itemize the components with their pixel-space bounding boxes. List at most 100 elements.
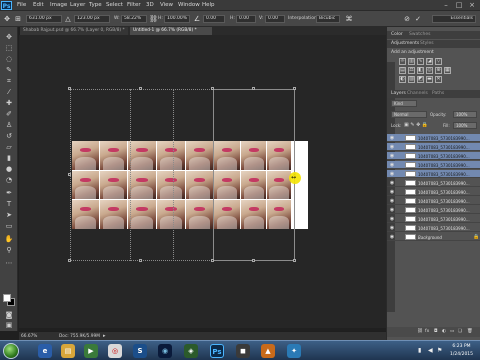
eye-icon[interactable]: ◉ (389, 162, 395, 168)
menu-window[interactable]: Window (178, 2, 200, 8)
zoom-level[interactable]: 66.67% (21, 334, 37, 339)
gradient-tool-icon[interactable]: ▮ (4, 154, 14, 163)
layer-row[interactable]: ◉ 10407083_5730183990... (387, 206, 480, 214)
trash-icon[interactable]: 🗑 (467, 329, 473, 334)
transform-handle[interactable] (252, 259, 255, 262)
width-field[interactable]: 58.22% (121, 15, 147, 23)
reference-point-icon[interactable]: ⊞ (14, 15, 22, 23)
menu-type[interactable]: Type (89, 2, 102, 8)
layer-name[interactable]: 10407083_5730183990... (418, 154, 470, 159)
hue-saturation-icon[interactable]: ▤ (399, 67, 406, 74)
layer-name[interactable]: 10407083_5730183990... (418, 190, 470, 195)
layer-row[interactable]: ◉ 10407083_5730183990... (387, 179, 480, 187)
channel-mixer-icon[interactable]: ⊕ (435, 67, 442, 74)
menu-3d[interactable]: 3D (146, 2, 154, 8)
eye-icon[interactable]: ◉ (389, 153, 395, 159)
layer-name[interactable]: Background (418, 235, 442, 240)
layer-name[interactable]: 10407083_5730183990... (418, 208, 470, 213)
maximize-icon[interactable]: □ (453, 1, 465, 10)
eye-icon[interactable]: ◉ (389, 171, 395, 177)
app-icon[interactable]: ✦ (287, 344, 301, 358)
zoom-tool-icon[interactable]: ⚲ (4, 246, 14, 255)
layer-row[interactable]: ◉ 10407083_5730183990... (387, 215, 480, 223)
history-brush-tool-icon[interactable]: ↺ (4, 132, 14, 141)
free-transform-box[interactable] (213, 89, 295, 261)
color-lookup-icon[interactable]: ▦ (444, 67, 451, 74)
minimize-icon[interactable]: – (440, 1, 452, 10)
eye-icon[interactable]: ◉ (389, 234, 395, 240)
adjustment-layer-icon[interactable]: ◐ (442, 329, 446, 334)
eye-icon[interactable]: ◉ (389, 207, 395, 213)
quick-select-tool-icon[interactable]: ✎ (4, 66, 14, 75)
chrome-icon[interactable]: ◎ (108, 344, 122, 358)
menu-layer[interactable]: Layer (70, 2, 85, 8)
color-balance-icon[interactable]: ⚖ (408, 67, 415, 74)
eye-icon[interactable]: ◉ (389, 189, 395, 195)
pen-tool-icon[interactable]: ✒ (4, 189, 14, 198)
transform-handle[interactable] (68, 87, 71, 90)
status-arrow-icon[interactable]: ▸ (103, 333, 106, 339)
exposure-icon[interactable]: ◪ (426, 58, 433, 65)
menu-view[interactable]: View (160, 2, 173, 8)
gradient-map-icon[interactable]: ▬ (426, 76, 433, 83)
invert-icon[interactable]: ◐ (399, 76, 406, 83)
tab-styles[interactable]: Styles (420, 41, 434, 46)
selective-color-icon[interactable]: ✕ (435, 76, 442, 83)
marquee-tool-icon[interactable]: ⬚ (4, 44, 14, 53)
path-select-tool-icon[interactable]: ➤ (4, 211, 14, 220)
lasso-tool-icon[interactable]: ◌ (4, 55, 14, 64)
background-layer-row[interactable]: ◉ Background 🔒 (387, 233, 480, 241)
layer-name[interactable]: 10407083_5730183990... (418, 136, 470, 141)
blend-mode-select[interactable]: Normal (391, 111, 427, 118)
skype-icon[interactable]: S (133, 344, 147, 358)
menu-filter[interactable]: Filter (127, 2, 141, 8)
layer-row[interactable]: ◉ 10407083_5730183990... (387, 188, 480, 196)
screen-mode-icon[interactable]: ▣ (4, 321, 14, 330)
tab-paths[interactable]: Paths (432, 91, 444, 96)
start-button[interactable] (3, 343, 19, 359)
browser-icon[interactable]: ◉ (158, 344, 172, 358)
transform-handle[interactable] (211, 87, 214, 90)
eye-icon[interactable]: ◉ (389, 180, 395, 186)
network-icon[interactable]: ▮ (418, 347, 421, 354)
photo-filter-icon[interactable]: ◎ (426, 67, 433, 74)
black-white-icon[interactable]: ◧ (417, 67, 424, 74)
layer-name[interactable]: 10407083_5730183990... (418, 217, 470, 222)
threshold-icon[interactable]: ◩ (417, 76, 424, 83)
link-icon[interactable]: ⛓ (149, 15, 158, 23)
more-tools-icon[interactable]: ⋯ (4, 259, 14, 268)
eraser-tool-icon[interactable]: ▱ (4, 143, 14, 152)
transform-handle[interactable] (139, 87, 142, 90)
layer-name[interactable]: 10407083_5730183990... (418, 226, 470, 231)
h-skew-field[interactable]: 0.00 (236, 15, 256, 23)
media-player-icon[interactable]: ▶ (84, 344, 98, 358)
layer-name[interactable]: 10407083_5730183990... (418, 172, 470, 177)
menu-select[interactable]: Select (106, 2, 123, 8)
y-position-field[interactable]: 123.00 px (74, 15, 110, 23)
angle-field[interactable]: 0.00 (203, 15, 225, 23)
layer-name[interactable]: 10407083_5730183990... (418, 181, 470, 186)
eyedropper-tool-icon[interactable]: ⁄ (4, 88, 14, 97)
x-position-field[interactable]: 631.00 px (26, 15, 62, 23)
v-skew-field[interactable]: 0.00 (265, 15, 285, 23)
eye-icon[interactable]: ◉ (389, 144, 395, 150)
app-icon[interactable]: ◈ (184, 344, 198, 358)
folder-icon[interactable]: ▤ (61, 344, 75, 358)
menu-image[interactable]: Image (50, 2, 67, 8)
link-layers-icon[interactable]: ⛓ (417, 329, 423, 334)
tab-adjustments[interactable]: Adjustments (391, 41, 419, 46)
tab-untitled-1[interactable]: Untitled-1 @ 66.7% (RGB/8) * (130, 27, 212, 35)
transform-handle[interactable] (139, 259, 142, 262)
menu-help[interactable]: Help (202, 2, 215, 8)
commit-transform-icon[interactable]: ✓ (414, 15, 422, 23)
tab-swatches[interactable]: Swatches (409, 32, 431, 37)
layer-row[interactable]: ◉ 10407083_5730183990... (387, 143, 480, 151)
tab-channels[interactable]: Channels (407, 91, 428, 96)
mask-icon[interactable]: ◘ (434, 329, 438, 334)
vlc-icon[interactable]: ▲ (261, 344, 275, 358)
transform-handle[interactable] (293, 259, 296, 262)
layer-row[interactable]: ◉ 10407083_5730183990... (387, 197, 480, 205)
foreground-color-swatch[interactable] (3, 294, 11, 302)
tab-color[interactable]: Color (391, 32, 403, 37)
cancel-transform-icon[interactable]: ⊘ (403, 15, 411, 23)
